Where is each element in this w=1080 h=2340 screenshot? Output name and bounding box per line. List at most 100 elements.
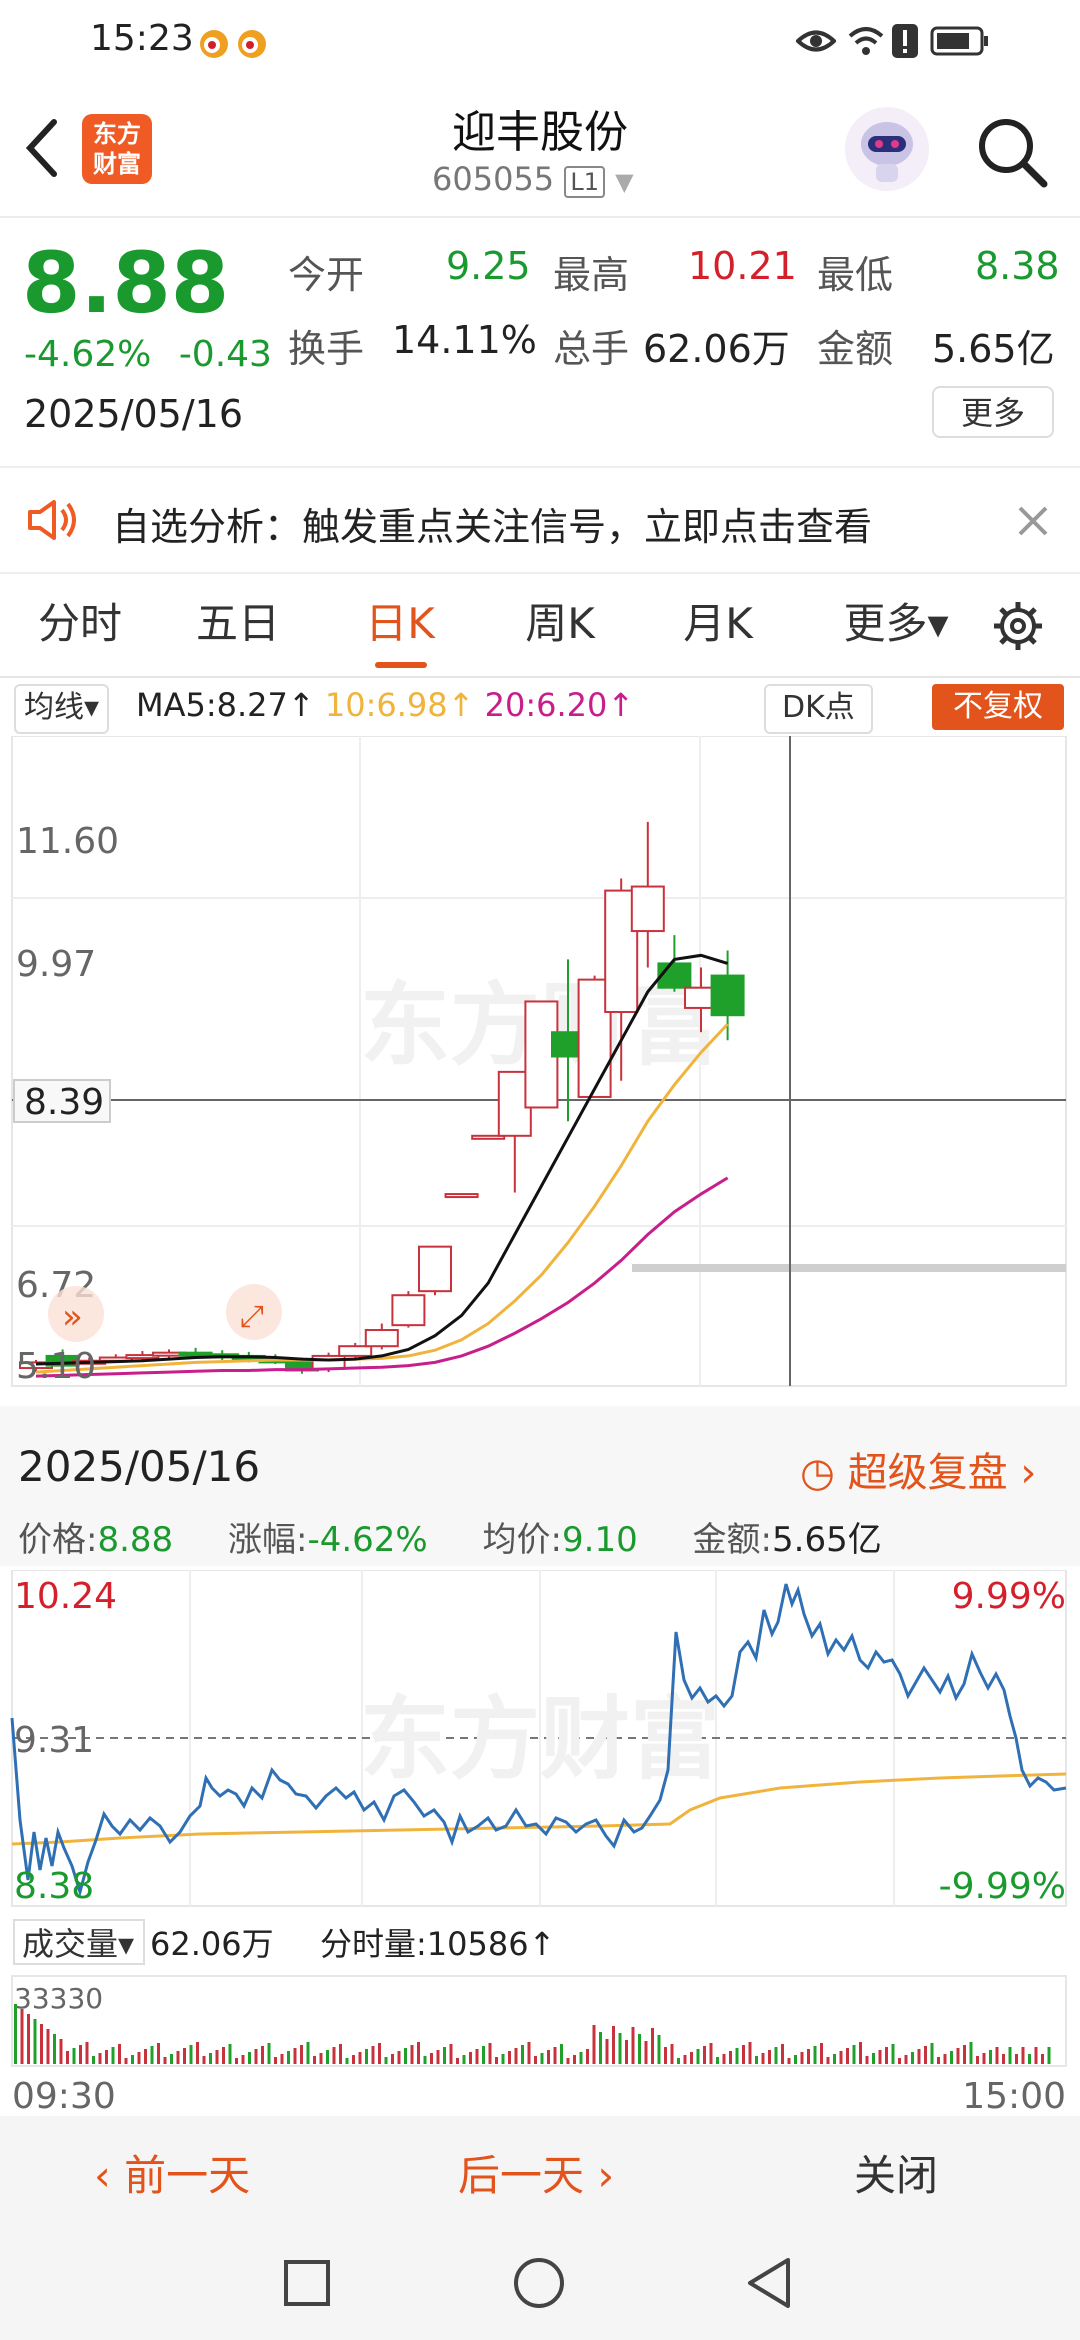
tab-daily-k[interactable]: 日K bbox=[340, 572, 460, 676]
volume-select[interactable]: 成交量▾ bbox=[22, 1925, 134, 1963]
recent-apps-icon[interactable] bbox=[282, 2258, 332, 2308]
dk-point-button[interactable]: DK点 bbox=[764, 684, 873, 734]
search-icon[interactable] bbox=[974, 114, 1050, 190]
volume-axis-label: 33330 bbox=[14, 1982, 103, 2015]
candle-up bbox=[311, 1354, 346, 1370]
back-arrow-icon[interactable] bbox=[20, 116, 64, 180]
candle-up bbox=[418, 1245, 452, 1293]
tab-intraday[interactable]: 分时 bbox=[20, 572, 140, 676]
volume-bar bbox=[956, 2048, 960, 2064]
volume-bar bbox=[267, 2043, 271, 2064]
price-label: 价格: bbox=[18, 1520, 98, 1560]
ma10-value: 10:6.98↑ bbox=[324, 686, 475, 724]
volume-bar bbox=[404, 2048, 407, 2064]
volume-bar bbox=[300, 2045, 303, 2064]
volume-bar bbox=[813, 2046, 817, 2064]
volume-bar bbox=[1041, 2054, 1044, 2064]
avg-label: 均价: bbox=[482, 1520, 563, 1560]
intraday-y-top: 10.24 bbox=[14, 1576, 117, 1617]
volume-bar bbox=[904, 2055, 908, 2064]
home-icon[interactable] bbox=[512, 2256, 566, 2310]
volume-bar bbox=[501, 2054, 505, 2064]
volume-bar bbox=[248, 2052, 251, 2064]
super-replay-label: 超级复盘 bbox=[847, 1450, 1008, 1496]
volume-bar bbox=[742, 2045, 745, 2064]
volume-bar bbox=[313, 2056, 316, 2064]
volume-bar bbox=[917, 2049, 921, 2064]
volume-bar bbox=[748, 2042, 752, 2064]
volume-bar bbox=[228, 2044, 232, 2064]
back-icon[interactable] bbox=[744, 2256, 794, 2310]
intraday-chart[interactable]: 东方财富 10.24 9.31 8.38 9.99% -9.99% 成交量▾ 6… bbox=[0, 1570, 1080, 2116]
volume-bar bbox=[573, 2055, 576, 2064]
indicator-select[interactable]: 均线▾ bbox=[14, 684, 110, 734]
volume-bar bbox=[787, 2058, 791, 2064]
volume-bar bbox=[365, 2049, 368, 2064]
tab-more[interactable]: 更多▾ bbox=[826, 572, 966, 676]
super-replay-button[interactable]: ◷ 超级复盘 › bbox=[800, 1440, 1036, 1498]
more-button[interactable]: 更多 bbox=[932, 386, 1054, 438]
volume-bar bbox=[670, 2044, 674, 2064]
candlestick-chart[interactable]: 东方财富 11.60 9.97 8.39 6.72 5.10 » ⤢ bbox=[0, 736, 1080, 1406]
kline-panel: 均线▾ MA5:8.27↑ 10:6.98↑ 20:6.20↑ DK点 不复权 … bbox=[0, 676, 1080, 1406]
volume-bar bbox=[989, 2050, 992, 2064]
volume-bar bbox=[495, 2057, 498, 2064]
volume-bar bbox=[696, 2049, 700, 2064]
volume-bar bbox=[963, 2045, 966, 2064]
stock-code: 605055 bbox=[432, 160, 555, 198]
volume-bar bbox=[761, 2053, 765, 2064]
close-icon[interactable] bbox=[1016, 504, 1050, 538]
tab-five-day[interactable]: 五日 bbox=[178, 572, 298, 676]
candle-up bbox=[444, 1193, 479, 1199]
volume-bar bbox=[781, 2044, 784, 2064]
volume-bar bbox=[950, 2051, 953, 2064]
avg-value: 9.10 bbox=[562, 1520, 638, 1560]
volume-bar bbox=[521, 2045, 524, 2064]
stock-code-row[interactable]: 605055 L1 ▼ bbox=[432, 160, 634, 198]
prev-day-button[interactable]: ‹ 前一天 bbox=[94, 2142, 250, 2203]
volume-bar bbox=[118, 2044, 121, 2064]
volume-bar bbox=[540, 2053, 544, 2064]
volume-bar bbox=[150, 2046, 154, 2064]
tab-monthly-k[interactable]: 月K bbox=[658, 572, 778, 676]
chevron-left-icon: ‹ bbox=[94, 2151, 111, 2200]
volume-bar bbox=[846, 2048, 849, 2064]
time-end: 15:00 bbox=[962, 2076, 1066, 2116]
chevron-right-icon: › bbox=[1020, 1450, 1037, 1496]
volume-bar bbox=[254, 2049, 258, 2064]
volume-bar bbox=[384, 2057, 388, 2064]
volume-bar bbox=[345, 2058, 349, 2064]
volume-bar bbox=[800, 2052, 804, 2064]
close-button[interactable]: 关闭 bbox=[854, 2142, 938, 2203]
volume-bar bbox=[66, 2051, 69, 2064]
candle-up bbox=[630, 885, 665, 933]
price-label-crosshair: 8.39 bbox=[24, 1082, 104, 1123]
volume-bar bbox=[79, 2045, 82, 2064]
adjust-badge[interactable]: 不复权 bbox=[932, 684, 1064, 730]
analysis-notice[interactable]: 自选分析：触发重点关注信号，立即点击查看 bbox=[0, 466, 1080, 574]
volume-bar bbox=[443, 2047, 446, 2064]
volume-bar bbox=[579, 2052, 583, 2064]
low-value: 8.38 bbox=[975, 244, 1060, 288]
settings-gear-icon[interactable] bbox=[992, 600, 1044, 652]
status-time: 15:23 bbox=[90, 18, 194, 59]
volume-bar bbox=[1008, 2047, 1012, 2064]
robot-assistant-icon[interactable] bbox=[842, 104, 932, 194]
volume-bar bbox=[612, 2026, 615, 2064]
ma5-value: MA5:8.27↑ bbox=[136, 686, 315, 724]
change-label: 涨幅: bbox=[227, 1520, 308, 1560]
volume-bar bbox=[937, 2057, 940, 2064]
volume-bar bbox=[391, 2054, 394, 2064]
tab-weekly-k[interactable]: 周K bbox=[500, 572, 620, 676]
volume-bar bbox=[891, 2044, 895, 2064]
volume-bar bbox=[72, 2048, 76, 2064]
volume-bar bbox=[807, 2049, 810, 2064]
next-day-button[interactable]: 后一天 › bbox=[458, 2142, 614, 2203]
volume-bar bbox=[716, 2057, 719, 2064]
volume-bar bbox=[319, 2053, 323, 2064]
ma-legend: MA5:8.27↑ 10:6.98↑ 20:6.20↑ bbox=[136, 686, 634, 724]
volume-bar bbox=[378, 2043, 381, 2064]
volume-bar bbox=[410, 2045, 414, 2064]
volume-bar bbox=[1028, 2054, 1031, 2064]
volume-bar bbox=[326, 2050, 329, 2064]
